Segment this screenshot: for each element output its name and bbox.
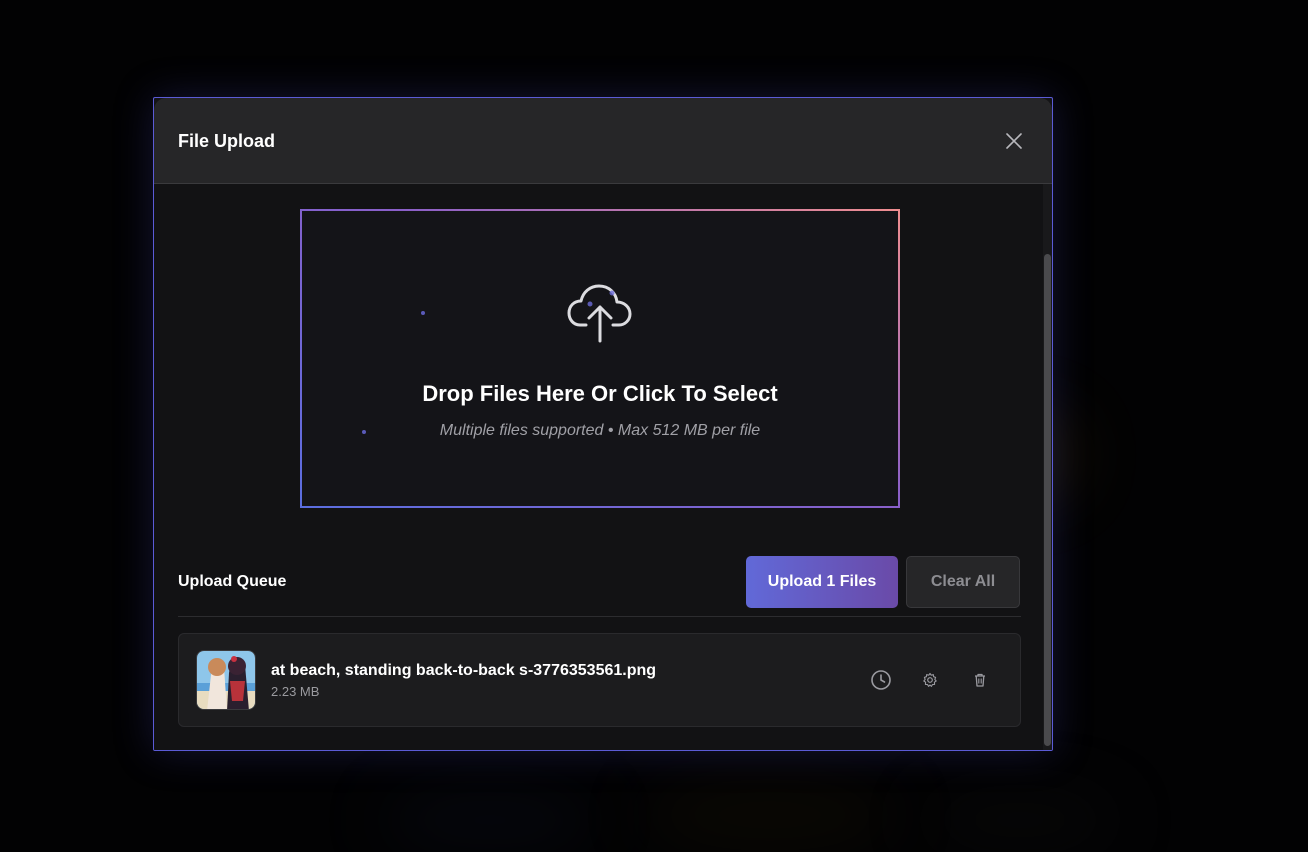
clear-all-button[interactable]: Clear All [906,556,1020,608]
file-name: at beach, standing back-to-back s-377635… [271,662,657,679]
drop-zone-title: Drop Files Here Or Click To Select [422,381,778,406]
upload-queue-title: Upload Queue [178,573,287,590]
settings-button[interactable] [918,668,942,692]
file-row: at beach, standing back-to-back s-377635… [178,633,1021,727]
schedule-button[interactable] [869,668,893,692]
file-thumbnail [196,650,256,710]
divider [178,616,1021,617]
modal-header: File Upload [154,98,1052,184]
modal-body: Drop Files Here Or Click To Select Multi… [154,184,1052,750]
background-blur [640,780,900,850]
sparkle-dot [421,311,425,315]
scrollbar[interactable] [1043,184,1052,750]
close-icon [1006,133,1022,149]
drop-zone[interactable]: Drop Files Here Or Click To Select Multi… [300,209,900,508]
drop-zone-inner: Drop Files Here Or Click To Select Multi… [302,211,898,506]
background-blur [920,790,1120,850]
modal-title: File Upload [178,131,276,151]
close-button[interactable] [1002,129,1026,153]
image-thumbnail-art [197,651,255,709]
file-size: 2.23 MB [271,684,320,699]
cloud-upload-icon [567,284,632,343]
gear-icon [923,672,937,687]
drop-zone-subtitle: Multiple files supported • Max 512 MB pe… [439,422,761,439]
file-upload-modal: File Upload Drop Files Here Or Click To … [153,97,1053,751]
scrollbar-thumb[interactable] [1044,254,1051,746]
trash-icon [975,673,985,687]
clock-icon [871,670,891,690]
upload-files-button[interactable]: Upload 1 Files [746,556,898,608]
background-blur [380,790,600,850]
delete-button[interactable] [968,668,992,692]
